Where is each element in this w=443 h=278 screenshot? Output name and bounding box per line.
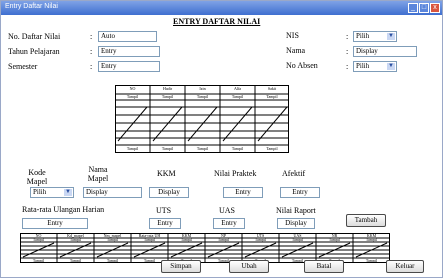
- kode-mapel-value: Pilih: [33, 188, 47, 196]
- window-title: Entry Daftar Nilai: [5, 3, 58, 10]
- nilai-sub-6: Tampil: [254, 237, 267, 242]
- absen-foot-2: Tampil: [196, 146, 209, 151]
- absen-sub-1: Tampil: [161, 94, 174, 99]
- no-absen-value: Pilih: [356, 62, 370, 70]
- afektif-label: Afektif: [282, 169, 306, 178]
- no-absen-colon: :: [346, 62, 349, 71]
- nilai-sub-9: Tampil: [365, 237, 378, 242]
- keluar-button[interactable]: Keluar: [386, 260, 424, 273]
- nilai-sub-4: Tampil: [180, 237, 193, 242]
- no-daftar-label: No. Daftar Nilai: [8, 32, 61, 41]
- absen-sub-3: Tampil: [231, 94, 244, 99]
- kkm-field: Display: [149, 187, 189, 198]
- nilai-sub-5: Tampil: [217, 237, 230, 242]
- no-daftar-colon: :: [90, 32, 93, 41]
- nilai-foot-2: Tampil: [106, 258, 119, 263]
- uas-label: UAS: [219, 206, 236, 215]
- tahun-field[interactable]: Entry: [98, 46, 160, 57]
- nilai-sub-8: Tampil: [328, 237, 341, 242]
- maximize-icon[interactable]: □: [419, 3, 429, 13]
- kode-mapel-select[interactable]: Pilih ▼: [30, 187, 74, 198]
- absen-table: NO Hadir Izin Alfa Sakit Tampil Tampil T…: [115, 85, 289, 153]
- chevron-down-icon[interactable]: ▼: [387, 33, 395, 40]
- nis-select[interactable]: Pilih ▼: [353, 31, 397, 42]
- uts-label: UTS: [156, 206, 172, 215]
- tambah-button[interactable]: Tambah: [346, 214, 386, 227]
- afektif-field[interactable]: Entry: [280, 187, 320, 198]
- no-daftar-field[interactable]: Auto: [98, 31, 157, 42]
- nilai-foot-9: Tampil: [365, 258, 378, 263]
- tahun-label: Tahun Pelajaran: [8, 47, 60, 56]
- kode-mapel-label: Kode Mapel: [26, 168, 48, 186]
- batal-button[interactable]: Batal: [304, 260, 344, 273]
- nilai-praktek-field[interactable]: Entry: [223, 187, 263, 198]
- form-title: ENTRY DAFTAR NILAI: [173, 17, 261, 26]
- absen-foot-3: Tampil: [231, 146, 244, 151]
- nilai-foot-0: Tampil: [32, 258, 45, 263]
- absen-foot-4: Tampil: [266, 146, 278, 151]
- nama-colon: :: [346, 47, 349, 56]
- uts-field[interactable]: Entry: [149, 218, 181, 229]
- nis-value: Pilih: [356, 32, 370, 40]
- uas-field[interactable]: Entry: [213, 218, 245, 229]
- absen-sub-2: Tampil: [196, 94, 209, 99]
- nilai-sub-3: Tampil: [143, 237, 156, 242]
- nilai-raport-label: Nilai Raport: [276, 206, 316, 215]
- nama-label: Nama: [286, 46, 306, 55]
- nilai-sub-1: Tampil: [69, 237, 82, 242]
- nilai-sub-0: Tampil: [32, 237, 45, 242]
- absen-col-no: NO: [129, 86, 136, 91]
- nilai-table: NO Kd_mapel Nm_mapel Rata-rata UH KKM NP…: [20, 233, 390, 263]
- absen-sub-4: Tampil: [266, 94, 278, 99]
- absen-col-alfa: Alfa: [233, 86, 242, 91]
- simpan-button[interactable]: Simpan: [161, 260, 201, 273]
- absen-sub-0: Tampil: [126, 94, 139, 99]
- nis-colon: :: [346, 32, 349, 41]
- nama-field: Display: [353, 46, 417, 57]
- nama-mapel-label: Nama Mapel: [87, 165, 109, 183]
- semester-colon: :: [90, 62, 93, 71]
- absen-col-izin: Izin: [199, 86, 206, 91]
- absen-foot-0: Tampil: [126, 146, 139, 151]
- tahun-colon: :: [90, 47, 93, 56]
- rata-uh-field[interactable]: Entry: [22, 218, 88, 229]
- nilai-sub-7: Tampil: [291, 237, 304, 242]
- nilai-praktek-label: Nilai Praktek: [214, 169, 257, 178]
- kkm-label: KKM: [157, 169, 176, 178]
- no-absen-label: No Absen: [286, 61, 318, 70]
- title-bar: Entry Daftar Nilai _ □ x: [1, 1, 442, 15]
- nama-mapel-field: Display: [83, 187, 142, 198]
- nis-label: NIS: [286, 31, 299, 40]
- nilai-raport-field: Display: [277, 218, 315, 229]
- absen-col-hadir: Hadir: [162, 86, 173, 91]
- nilai-foot-1: Tampil: [69, 258, 82, 263]
- nilai-sub-2: Tampil: [106, 237, 119, 242]
- minimize-icon[interactable]: _: [408, 3, 418, 13]
- semester-field[interactable]: Entry: [98, 61, 160, 72]
- semester-label: Semester: [8, 62, 38, 71]
- no-absen-select[interactable]: Pilih ▼: [353, 61, 397, 72]
- chevron-down-icon[interactable]: ▼: [64, 189, 72, 196]
- ubah-button[interactable]: Ubah: [229, 260, 269, 273]
- close-icon[interactable]: x: [430, 3, 440, 13]
- chevron-down-icon[interactable]: ▼: [387, 63, 395, 70]
- absen-col-sakit: Sakit: [267, 86, 277, 91]
- rata-uh-label: Rata-rata Ulangan Harian: [22, 205, 105, 214]
- entry-window: Entry Daftar Nilai _ □ x ENTRY DAFTAR NI…: [0, 0, 443, 278]
- absen-foot-1: Tampil: [161, 146, 174, 151]
